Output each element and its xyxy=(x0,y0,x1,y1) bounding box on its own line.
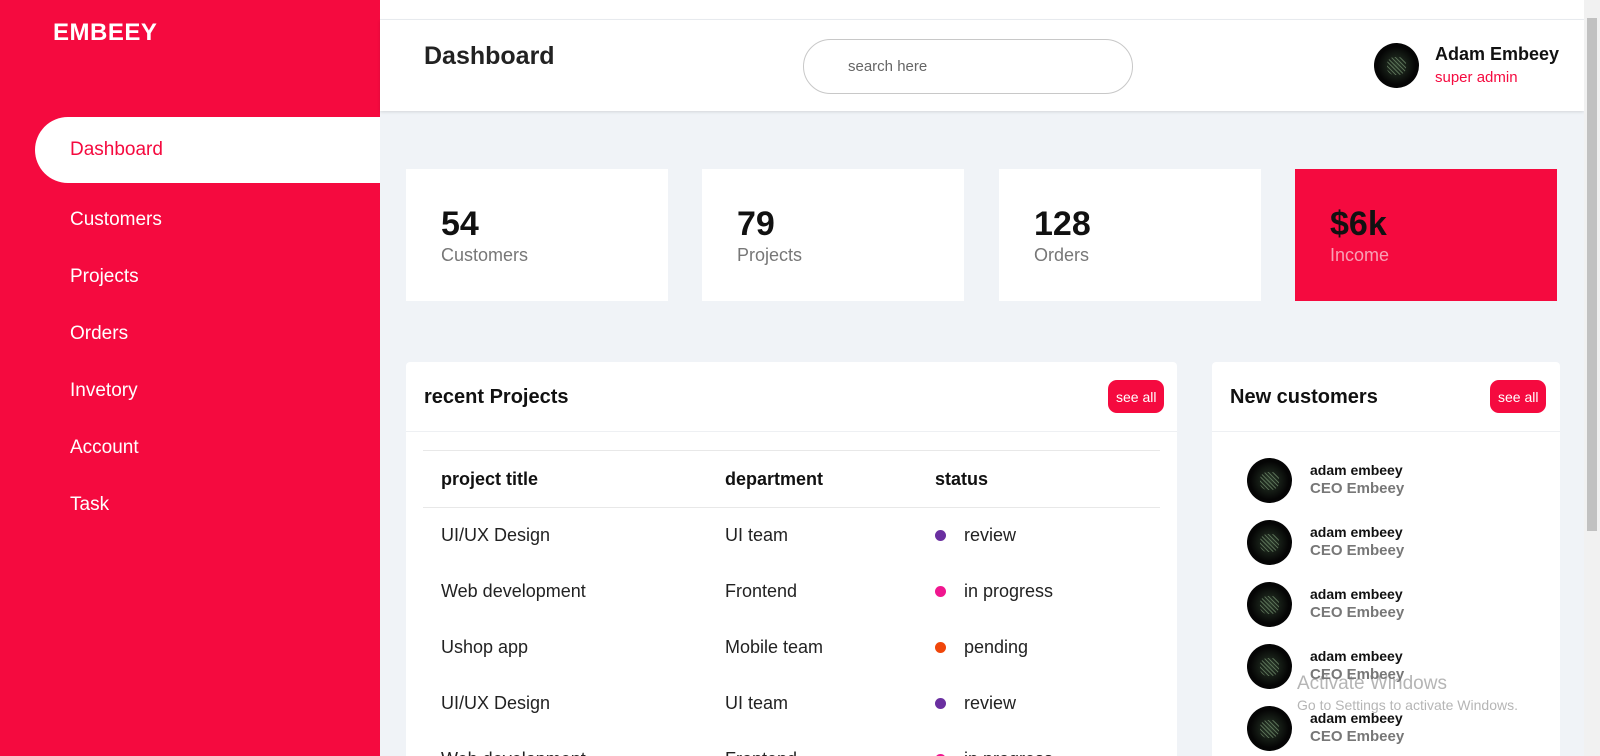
see-all-customers-button[interactable]: see all xyxy=(1490,380,1547,413)
status-cell: pending xyxy=(917,620,1160,676)
table-row[interactable]: Web developmentFrontend in progress xyxy=(423,732,1160,756)
department-cell: Frontend xyxy=(725,581,798,601)
customer-item[interactable]: adam embeey CEO Embeey xyxy=(1247,706,1547,756)
customer-avatar xyxy=(1247,520,1292,565)
project-title-cell: Web development xyxy=(441,581,586,601)
customer-item[interactable]: adam embeey CEO Embeey xyxy=(1247,582,1547,632)
customer-name: adam embeey xyxy=(1310,586,1403,602)
department-cell: Mobile team xyxy=(725,637,824,657)
status-dot-icon xyxy=(935,530,946,541)
user-name: Adam Embeey xyxy=(1435,44,1560,64)
user-avatar[interactable] xyxy=(1374,43,1419,88)
project-title-cell: Ushop app xyxy=(441,637,529,657)
sidebar-item-projects[interactable]: Projects xyxy=(0,248,380,305)
status-cell: review xyxy=(917,508,1160,564)
customer-name: adam embeey xyxy=(1310,462,1403,478)
panel-header: New customers see all xyxy=(1212,362,1560,432)
sidebar-item-task[interactable]: Task xyxy=(0,476,380,533)
table-row[interactable]: UI/UX Design UI team review xyxy=(423,676,1160,732)
sidebar-item-customers[interactable]: Customers xyxy=(0,191,380,248)
stat-label: Projects xyxy=(737,245,803,265)
stat-card-customers[interactable]: 54 Customers xyxy=(406,169,668,301)
sidebar: EMBEEY Dashboard Customers Projects Orde… xyxy=(0,0,380,756)
stat-label: Income xyxy=(1330,245,1390,265)
brand-logo: EMBEEY xyxy=(53,19,158,46)
stat-card-orders[interactable]: 128 Orders xyxy=(999,169,1261,301)
stat-value: 128 xyxy=(1034,205,1091,243)
customer-name: adam embeey xyxy=(1310,524,1403,540)
panel-header: recent Projects see all xyxy=(406,362,1177,432)
department-cell: UI team xyxy=(725,693,789,713)
customer-avatar xyxy=(1247,644,1292,689)
customer-item[interactable]: adam embeey CEO Embeey xyxy=(1247,520,1547,570)
project-title-cell: UI/UX Design xyxy=(441,525,551,546)
recent-projects-panel: recent Projects see all project title de… xyxy=(406,362,1177,756)
status-cell: in progress xyxy=(917,564,1160,620)
status-cell: review xyxy=(917,676,1160,732)
status-dot-icon xyxy=(935,585,946,597)
department-cell: Frontend xyxy=(707,732,917,756)
see-all-projects-button[interactable]: see all xyxy=(1108,380,1165,413)
customer-avatar xyxy=(1247,582,1292,627)
customer-item[interactable]: adam embeey CEO Embeey xyxy=(1247,458,1547,508)
stat-value: $6k xyxy=(1330,205,1387,243)
panel-title: recent Projects xyxy=(424,386,569,408)
sidebar-item-dashboard[interactable]: Dashboard xyxy=(35,117,380,183)
sidebar-item-account[interactable]: Account xyxy=(0,419,380,476)
column-header: project title xyxy=(441,468,539,489)
column-header: status xyxy=(935,468,989,489)
table-header-row: project title department status xyxy=(423,450,1160,508)
status-text: review xyxy=(964,525,1017,546)
status-text: review xyxy=(964,693,1017,713)
watermark-subtitle: Go to Settings to activate Windows. xyxy=(1297,697,1518,713)
sidebar-nav: Dashboard Customers Projects Orders Inve… xyxy=(0,117,380,533)
stat-label: Orders xyxy=(1034,245,1090,265)
page-title: Dashboard xyxy=(424,42,555,70)
stat-label: Customers xyxy=(441,245,529,265)
customer-avatar xyxy=(1247,706,1292,751)
table-row[interactable]: UI/UX Design UI team review xyxy=(423,508,1160,564)
status-cell: in progress xyxy=(917,732,1160,756)
projects-table: project title department status UI/UX De… xyxy=(423,450,1160,756)
table-row[interactable]: Ushop app Mobile team pending xyxy=(423,620,1160,676)
scrollbar-thumb[interactable] xyxy=(1587,18,1597,531)
customer-title: CEO Embeey xyxy=(1310,728,1405,745)
page-scrollbar[interactable] xyxy=(1584,0,1600,756)
sidebar-item-inventory[interactable]: Invetory xyxy=(0,362,380,419)
project-title-cell: Web development xyxy=(423,732,707,756)
stat-value: 54 xyxy=(441,205,479,243)
stat-value: 79 xyxy=(737,205,775,243)
stat-card-income[interactable]: $6k Income xyxy=(1295,169,1557,301)
header: Dashboard Adam Embeey super admin xyxy=(380,20,1584,111)
status-text: in progress xyxy=(964,749,1053,756)
panel-title: New customers xyxy=(1230,386,1378,408)
watermark-title: Activate Windows xyxy=(1297,673,1447,694)
top-strip xyxy=(380,0,1584,20)
department-cell: UI team xyxy=(725,525,789,546)
project-title-cell: UI/UX Design xyxy=(441,693,551,713)
activation-watermark: Activate Windows Go to Settings to activ… xyxy=(1297,673,1518,713)
status-text: in progress xyxy=(964,581,1054,601)
search-box xyxy=(803,39,1133,94)
customer-title: CEO Embeey xyxy=(1310,542,1405,559)
stat-card-projects[interactable]: 79 Projects xyxy=(702,169,964,301)
status-text: pending xyxy=(964,637,1029,657)
user-role: super admin xyxy=(1435,69,1518,86)
customer-title: CEO Embeey xyxy=(1310,480,1405,497)
customer-name: adam embeey xyxy=(1310,648,1403,664)
customer-title: CEO Embeey xyxy=(1310,604,1405,621)
status-dot-icon xyxy=(935,641,946,653)
table-row[interactable]: Web development Frontend in progress xyxy=(423,564,1160,620)
column-header: department xyxy=(725,468,824,489)
customer-avatar xyxy=(1247,458,1292,503)
status-dot-icon xyxy=(935,697,946,709)
search-input[interactable] xyxy=(804,40,1132,93)
sidebar-item-orders[interactable]: Orders xyxy=(0,305,380,362)
